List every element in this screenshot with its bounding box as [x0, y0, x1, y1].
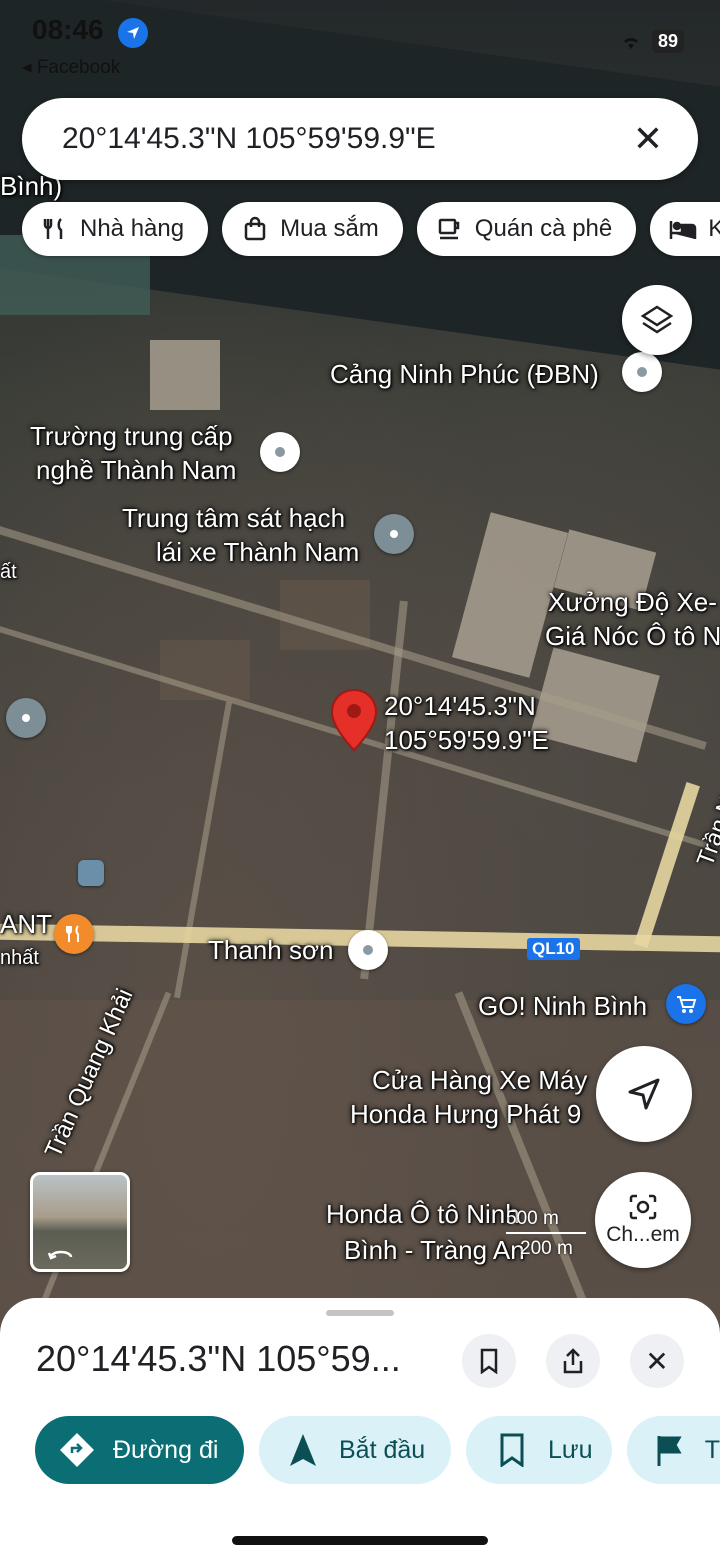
bus-stop-icon[interactable]: [78, 860, 104, 886]
chip-label: Nhà hàng: [80, 215, 185, 242]
back-to-app-link[interactable]: ◂ Facebook: [22, 56, 120, 79]
label-truong[interactable]: Trường trung cấp: [30, 420, 233, 452]
lens-button[interactable]: Ch...em: [595, 1172, 691, 1268]
street-label: Trần N: [691, 792, 720, 870]
share-icon: [563, 1348, 583, 1374]
scale-bar: [506, 1232, 586, 1234]
scale-200: 200 m: [520, 1238, 573, 1259]
restaurant-pin-icon[interactable]: [54, 914, 94, 954]
route-shield-ql10: QL10: [527, 938, 580, 960]
chip-restaurants[interactable]: Nhà hàng: [22, 202, 209, 256]
scale-500: 500 m: [506, 1208, 559, 1229]
place-bottom-sheet[interactable]: 20°14'45.3"N 105°59... ✕ Đường đi Bắt đầ…: [0, 1298, 720, 1558]
label-cua-hang[interactable]: Cửa Hàng Xe Máy: [372, 1064, 587, 1096]
battery-indicator: 89: [651, 30, 684, 53]
street-view-thumbnail[interactable]: [30, 1172, 130, 1272]
status-icons: 89: [620, 30, 684, 53]
institution-pin[interactable]: [374, 514, 414, 554]
factory-building: [530, 647, 660, 763]
shopping-cart-pin-icon[interactable]: [666, 984, 706, 1024]
start-label: Bắt đầu: [339, 1435, 426, 1464]
category-chips: Nhà hàng Mua sắm Quán cà phê K: [22, 202, 720, 256]
place-pin[interactable]: [348, 930, 388, 970]
school-pin[interactable]: [6, 698, 46, 738]
label-fragment: ất: [0, 561, 17, 583]
label-go[interactable]: GO! Ninh Bình: [478, 990, 647, 1022]
save-label: Lưu: [548, 1435, 593, 1464]
label-thanh-son[interactable]: Thanh sơn: [208, 934, 333, 966]
label-cua-hang-2[interactable]: Honda Hưng Phát 9: [350, 1098, 581, 1130]
building: [150, 340, 220, 410]
sheet-title: 20°14'45.3"N 105°59...: [36, 1338, 401, 1379]
highway: [634, 781, 700, 949]
navigation-icon: [283, 1430, 323, 1470]
street-view-rotate-icon: [47, 1250, 73, 1260]
label-xuong-2[interactable]: Giá Nóc Ô tô N: [545, 620, 720, 652]
directions-label: Đường đi: [113, 1435, 219, 1464]
layers-icon: [640, 305, 674, 334]
label-nhat: nhất: [0, 947, 39, 969]
chip-label: Mua sắm: [280, 215, 379, 242]
label-label: T: [704, 1435, 720, 1464]
chip-coffee[interactable]: Quán cà phê: [416, 202, 637, 256]
search-bar[interactable]: 20°14'45.3"N 105°59'59.9"E ✕: [22, 98, 698, 180]
save-button[interactable]: Lưu: [466, 1416, 612, 1484]
label-xuong[interactable]: Xưởng Độ Xe-: [548, 586, 717, 618]
search-query[interactable]: 20°14'45.3"N 105°59'59.9"E: [62, 122, 618, 156]
label-ttsh[interactable]: Trung tâm sát hạch: [122, 502, 345, 534]
label-button[interactable]: T: [627, 1416, 720, 1484]
directions-icon: [57, 1430, 97, 1470]
layers-button[interactable]: [622, 285, 692, 355]
directions-button[interactable]: Đường đi: [35, 1416, 244, 1484]
start-button[interactable]: Bắt đầu: [259, 1416, 451, 1484]
close-sheet-button[interactable]: ✕: [630, 1334, 684, 1388]
home-indicator[interactable]: [232, 1536, 488, 1545]
navigation-arrow-icon: [628, 1078, 660, 1110]
label-honda-2[interactable]: Bình - Tràng An: [344, 1234, 525, 1266]
lens-label: Ch...em: [606, 1223, 680, 1246]
label-cang[interactable]: Cảng Ninh Phúc (ĐBN): [330, 358, 599, 390]
camera-lens-icon: [629, 1194, 657, 1220]
chip-label: K: [708, 215, 720, 242]
pin-coords-1: 20°14'45.3"N: [384, 691, 536, 721]
chip-hotels[interactable]: K: [650, 202, 720, 256]
label-ant[interactable]: ANT: [0, 908, 52, 940]
sheet-drag-handle[interactable]: [326, 1310, 394, 1316]
coffee-icon: [435, 214, 465, 244]
share-button[interactable]: [546, 1334, 600, 1388]
my-location-button[interactable]: [596, 1046, 692, 1142]
bookmark-icon: [492, 1430, 532, 1470]
close-icon[interactable]: ✕: [618, 109, 678, 169]
hotel-icon: [668, 214, 698, 244]
bookmark-icon: [480, 1348, 498, 1374]
chip-shopping[interactable]: Mua sắm: [222, 202, 403, 256]
location-arrow-icon: [118, 18, 148, 48]
wifi-icon: [623, 37, 638, 49]
label-honda[interactable]: Honda Ô tô Ninh: [326, 1198, 520, 1230]
close-icon: ✕: [645, 1345, 669, 1377]
restaurant-icon: [40, 214, 70, 244]
pin-coords-2: 105°59'59.9"E: [384, 725, 549, 755]
road: [360, 600, 408, 980]
label-truong-2[interactable]: nghề Thành Nam: [36, 454, 236, 486]
shopping-bag-icon: [240, 214, 270, 244]
place-pin[interactable]: [260, 432, 300, 472]
save-bookmark-button[interactable]: [462, 1334, 516, 1388]
place-pin[interactable]: [622, 352, 662, 392]
status-time: 08:46: [32, 14, 104, 45]
label-ttsh-2[interactable]: lái xe Thành Nam: [156, 536, 359, 568]
chip-label: Quán cà phê: [474, 215, 613, 242]
flag-icon: [651, 1430, 689, 1470]
dropped-pin-icon[interactable]: [330, 688, 378, 752]
